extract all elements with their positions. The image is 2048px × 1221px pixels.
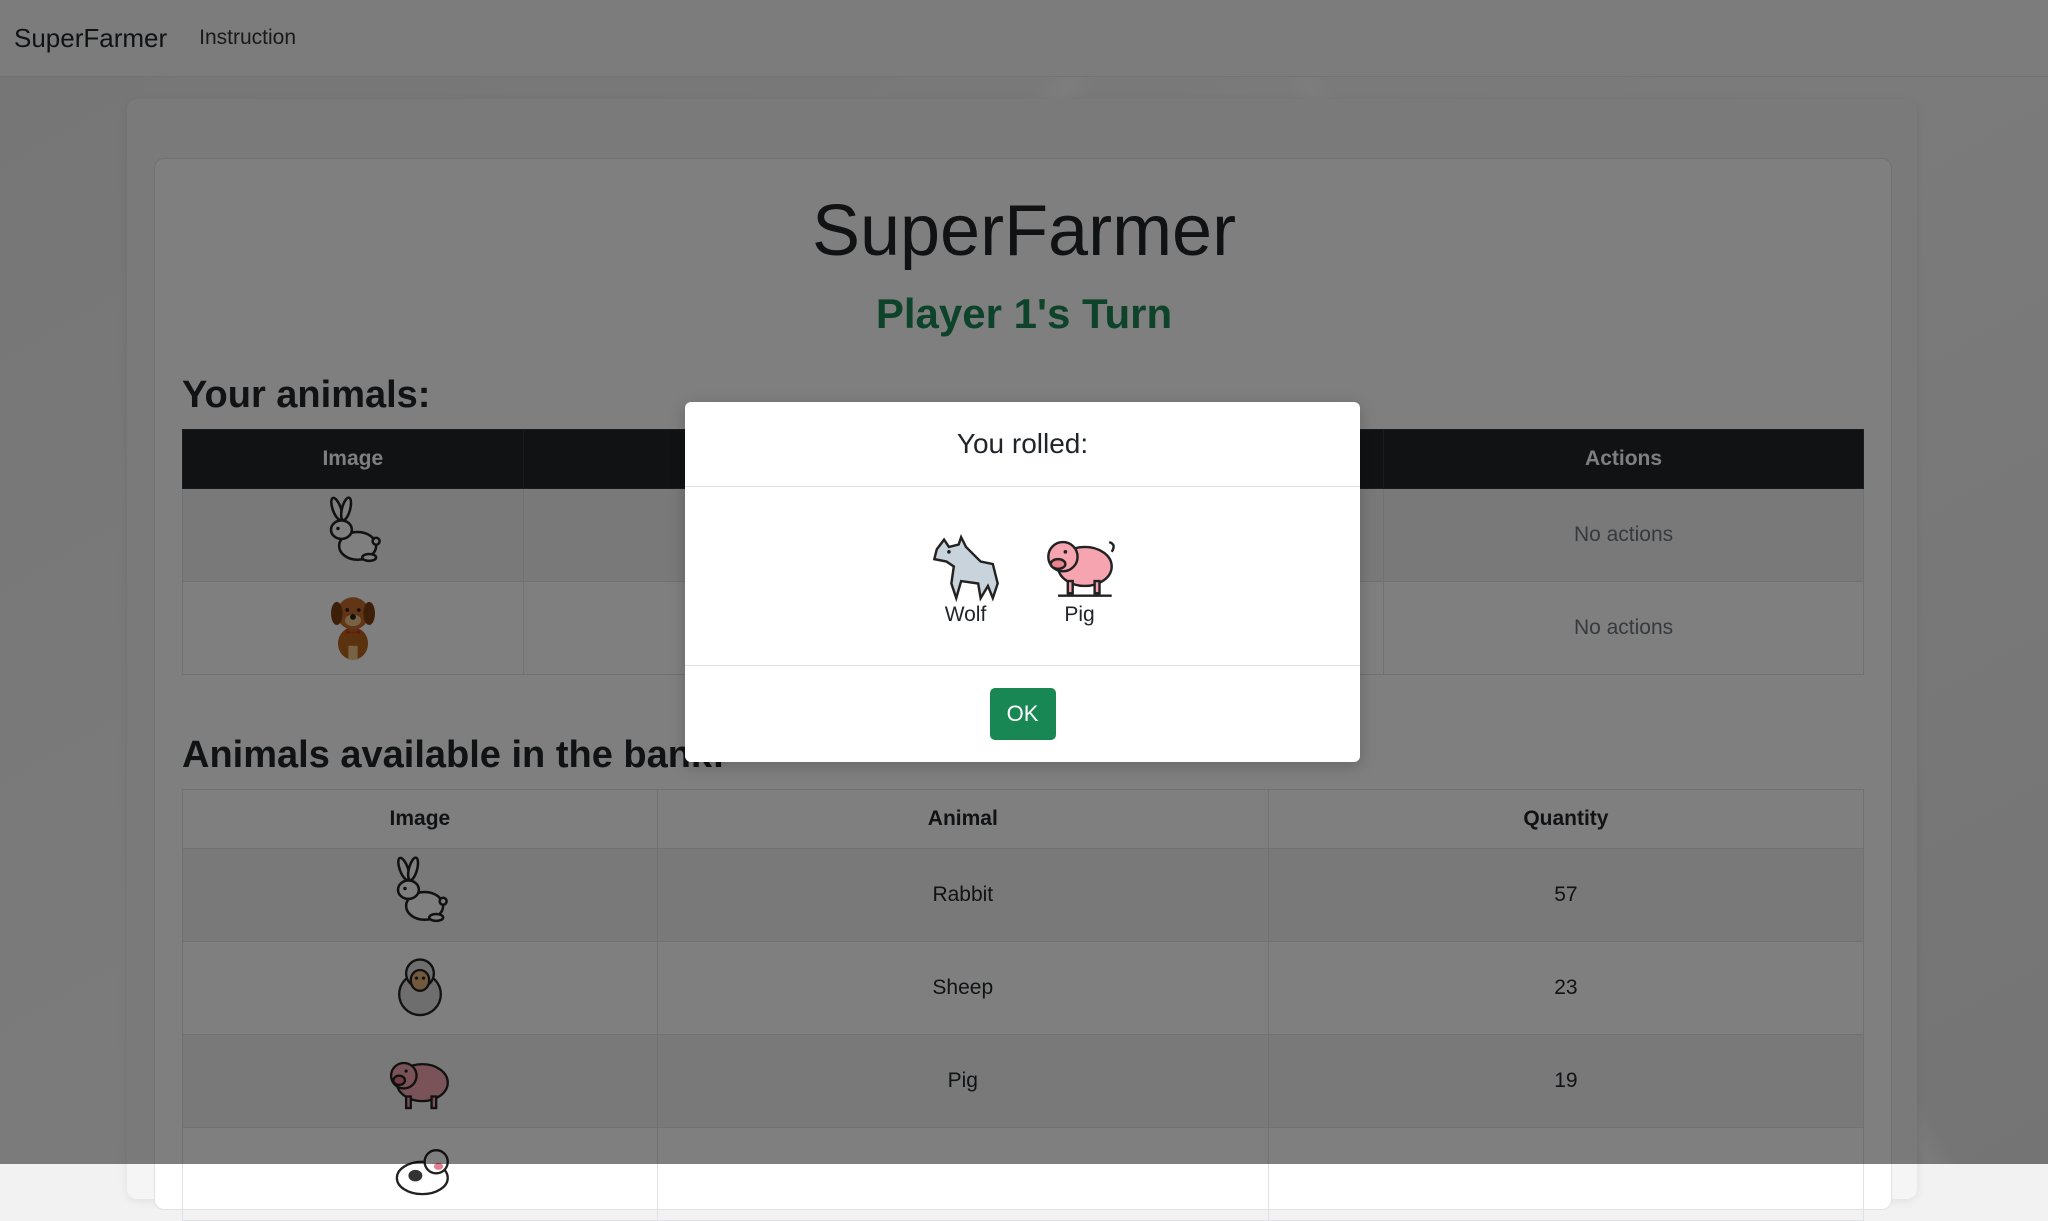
dice-label: Pig <box>1064 603 1095 626</box>
modal-footer: OK <box>685 666 1360 762</box>
roll-result-modal: You rolled: Wolf Pig OK <box>685 402 1360 762</box>
ok-button[interactable]: OK <box>989 688 1056 740</box>
dice-label: Wolf <box>944 603 987 626</box>
modal-title: You rolled: <box>685 402 1360 487</box>
pig-icon <box>1046 540 1115 597</box>
dice-result-wolf: Wolf <box>924 525 1008 627</box>
wolf-icon <box>932 534 999 603</box>
modal-body: Wolf Pig <box>685 487 1360 666</box>
dice-result-pig: Pig <box>1038 525 1122 627</box>
